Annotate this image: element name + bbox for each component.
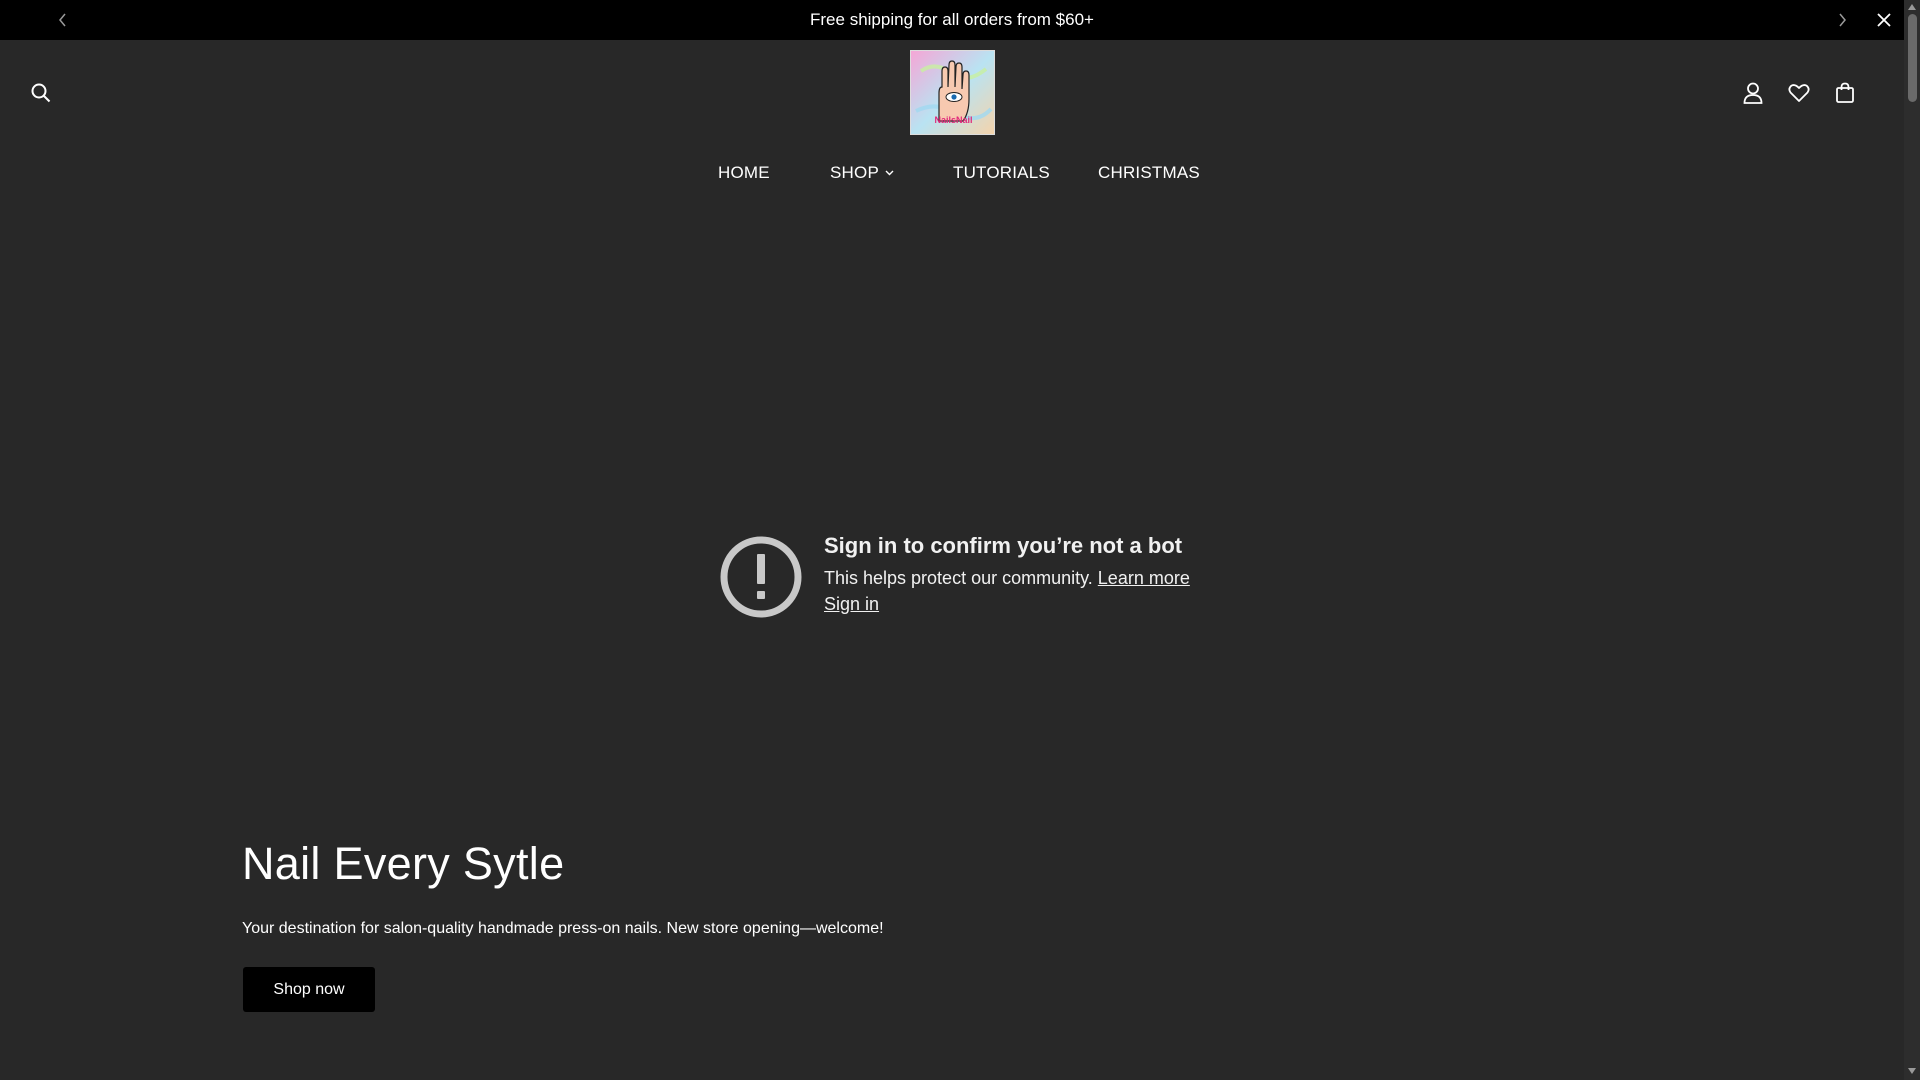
caret-up-icon — [1908, 4, 1916, 10]
wishlist-button[interactable] — [1784, 78, 1814, 108]
nav-item-shop[interactable]: SHOP — [830, 163, 894, 183]
nav-item-label: HOME — [718, 163, 770, 182]
chevron-right-icon — [1839, 13, 1846, 27]
search-icon — [31, 83, 51, 103]
wishlist-heart-icon — [1788, 84, 1810, 102]
announcement-text: Free shipping for all orders from $60+ — [810, 10, 1094, 29]
cart-button[interactable] — [1830, 78, 1860, 108]
close-icon — [1877, 13, 1891, 27]
page-scrollbar[interactable] — [1904, 0, 1920, 1080]
chevron-down-icon — [885, 170, 894, 176]
announcement-prev-button[interactable] — [43, 0, 83, 40]
logo-image: NailsNail — [911, 51, 994, 134]
shop-now-button[interactable]: Shop now — [243, 967, 375, 1012]
account-icon — [1743, 82, 1763, 104]
alert-circle-icon — [720, 536, 802, 618]
announcement-next-button[interactable] — [1822, 0, 1862, 40]
search-button[interactable] — [26, 78, 56, 108]
logo-link[interactable]: NailsNail — [910, 50, 995, 135]
main-nav: HOME SHOP TUTORIALS CHRISTMAS — [0, 163, 1904, 191]
logo-text: NailsNail — [934, 115, 972, 125]
nav-item-home[interactable]: HOME — [718, 163, 770, 183]
announcement-bar: Free shipping for all orders from $60+ — [0, 0, 1904, 40]
hero-subtitle: Your destination for salon-quality handm… — [242, 920, 884, 937]
scroll-thumb[interactable] — [1908, 14, 1917, 102]
notice-description-row: This helps protect our community. Learn … — [824, 568, 1190, 589]
nav-item-tutorials[interactable]: TUTORIALS — [953, 163, 1050, 183]
learn-more-link[interactable]: Learn more — [1098, 568, 1190, 588]
nav-item-label: TUTORIALS — [953, 163, 1050, 182]
nav-item-christmas[interactable]: CHRISTMAS — [1098, 163, 1200, 183]
scroll-up-arrow[interactable] — [1907, 2, 1917, 12]
bot-check-notice: Sign in to confirm you’re not a bot This… — [720, 530, 1220, 630]
cart-bag-icon — [1836, 82, 1854, 103]
caret-down-icon — [1908, 1068, 1916, 1074]
hero-title: Nail Every Sytle — [242, 838, 565, 889]
notice-title: Sign in to confirm you’re not a bot — [824, 533, 1183, 558]
sign-in-link[interactable]: Sign in — [824, 594, 879, 615]
nav-item-label: CHRISTMAS — [1098, 163, 1200, 182]
chevron-left-icon — [59, 13, 66, 27]
scroll-down-arrow[interactable] — [1907, 1066, 1917, 1076]
account-button[interactable] — [1738, 78, 1768, 108]
notice-description: This helps protect our community. — [824, 568, 1093, 588]
nav-item-label: SHOP — [830, 163, 879, 182]
announcement-close-button[interactable] — [1864, 0, 1904, 40]
